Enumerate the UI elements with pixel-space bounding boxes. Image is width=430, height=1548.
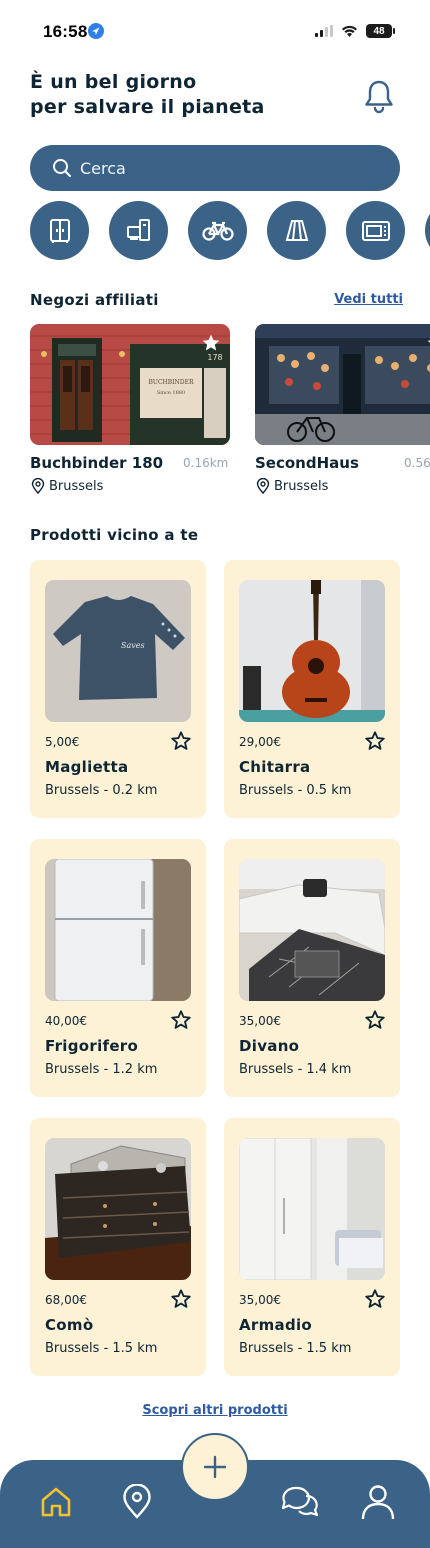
status-time: 16:58	[43, 22, 88, 41]
svg-text:Saves: Saves	[121, 641, 145, 650]
product-location: Brussels - 1.5 km	[45, 1341, 158, 1356]
category-microwaves[interactable]	[346, 201, 405, 260]
more-products-link[interactable]: Scopri altri prodotti	[0, 1403, 430, 1418]
shop-name: SecondHaus	[255, 454, 359, 472]
category-lamps[interactable]	[267, 201, 326, 260]
profile-icon	[361, 1485, 395, 1520]
map-pin-icon	[123, 1484, 151, 1519]
add-product-button[interactable]	[181, 1433, 249, 1501]
product-card[interactable]: Saves 5,00€ Maglietta Brussels - 0.2 km	[30, 560, 206, 818]
shop-location: Brussels	[255, 478, 328, 494]
shop-location: Brussels	[30, 478, 103, 494]
favorite-star-icon[interactable]	[426, 333, 430, 353]
product-location: Brussels - 1.5 km	[239, 1341, 352, 1356]
page-title: È un bel giorno per salvare il pianeta	[30, 70, 330, 120]
status-icons: 48	[315, 24, 395, 38]
add-icon	[203, 1455, 227, 1479]
appliances-icon	[126, 218, 150, 241]
shop-distance: 0.56	[404, 456, 430, 470]
shop-name: Buchbinder 180	[30, 454, 164, 472]
product-price: 29,00€	[239, 735, 281, 749]
svg-text:Since 1880: Since 1880	[157, 390, 185, 396]
favorite-star-icon[interactable]	[201, 333, 221, 353]
favorite-star-icon[interactable]	[170, 1288, 192, 1310]
svg-text:178: 178	[207, 353, 222, 362]
tab-profile[interactable]	[358, 1482, 398, 1522]
microwave-icon	[361, 220, 390, 241]
search-bar[interactable]	[30, 145, 400, 191]
products-section-title: Prodotti vicino a te	[30, 526, 199, 544]
chat-icon	[281, 1486, 319, 1517]
location-arrow-icon	[88, 23, 104, 39]
product-name: Maglietta	[45, 758, 129, 776]
product-card[interactable]: 29,00€ Chitarra Brussels - 0.5 km	[224, 560, 400, 818]
product-price: 40,00€	[45, 1014, 87, 1028]
shops-carousel: BUCHBINDER Since 1880 178 Buchbinder 180…	[30, 324, 430, 504]
tab-home[interactable]	[36, 1482, 76, 1522]
favorite-star-icon[interactable]	[170, 730, 192, 752]
bicycle-icon	[201, 221, 234, 241]
search-input[interactable]	[80, 158, 360, 178]
product-price: 68,00€	[45, 1293, 87, 1307]
search-icon	[53, 159, 71, 177]
product-name: Armadio	[239, 1316, 313, 1334]
see-all-link[interactable]: Vedi tutti	[334, 292, 403, 307]
status-bar: 16:58 48	[0, 0, 430, 60]
product-image	[239, 580, 385, 722]
category-appliances[interactable]	[109, 201, 168, 260]
product-card[interactable]: 35,00€ Armadio Brussels - 1.5 km	[224, 1118, 400, 1376]
tab-messages[interactable]	[280, 1482, 320, 1522]
shop-distance: 0.16km	[183, 456, 229, 470]
product-name: Frigorifero	[45, 1037, 139, 1055]
battery-indicator: 48	[366, 24, 395, 38]
product-name: Comò	[45, 1316, 94, 1334]
wardrobe-icon	[49, 218, 70, 243]
location-pin-icon	[31, 478, 45, 494]
product-location: Brussels - 1.4 km	[239, 1062, 352, 1077]
shop-card[interactable]: BUCHBINDER Since 1880 178 Buchbinder 180…	[30, 324, 230, 494]
title-line-2: per salvare il pianeta	[30, 96, 265, 118]
favorite-star-icon[interactable]	[364, 1288, 386, 1310]
home-icon	[41, 1487, 71, 1517]
svg-text:BUCHBINDER: BUCHBINDER	[148, 379, 194, 386]
product-price: 35,00€	[239, 1293, 281, 1307]
signal-icon	[315, 25, 333, 37]
product-image	[45, 1138, 191, 1280]
shop-city: Brussels	[49, 478, 104, 494]
shops-section-title: Negozi affiliati	[30, 291, 159, 309]
product-card[interactable]: 68,00€ Comò Brussels - 1.5 km	[30, 1118, 206, 1376]
product-card[interactable]: 35,00€ Divano Brussels - 1.4 km	[224, 839, 400, 1097]
shop-image: BUCHBINDER Since 1880 178	[30, 324, 230, 445]
category-wardrobe[interactable]	[30, 201, 89, 260]
location-pin-icon	[256, 478, 270, 494]
product-price: 5,00€	[45, 735, 80, 749]
product-image	[45, 859, 191, 1001]
product-name: Divano	[239, 1037, 300, 1055]
product-name: Chitarra	[239, 758, 311, 776]
bell-icon	[365, 80, 393, 114]
product-image: Saves	[45, 580, 191, 722]
title-line-1: È un bel giorno	[30, 71, 197, 93]
wifi-icon	[342, 25, 357, 37]
category-row	[30, 201, 430, 261]
shop-city: Brussels	[274, 478, 329, 494]
product-card[interactable]: 40,00€ Frigorifero Brussels - 1.2 km	[30, 839, 206, 1097]
category-more[interactable]	[425, 201, 430, 260]
product-location: Brussels - 1.2 km	[45, 1062, 158, 1077]
product-location: Brussels - 0.5 km	[239, 783, 352, 798]
shop-card[interactable]: SecondHaus 0.56 Brussels	[255, 324, 430, 494]
category-bicycles[interactable]	[188, 201, 247, 260]
favorite-star-icon[interactable]	[364, 730, 386, 752]
notifications-button[interactable]	[361, 78, 397, 114]
favorite-star-icon[interactable]	[364, 1009, 386, 1031]
tab-map[interactable]	[117, 1482, 157, 1522]
product-image	[239, 859, 385, 1001]
favorite-star-icon[interactable]	[170, 1009, 192, 1031]
product-location: Brussels - 0.2 km	[45, 783, 158, 798]
product-price: 35,00€	[239, 1014, 281, 1028]
shop-image	[255, 324, 430, 445]
lamp-icon	[285, 219, 308, 241]
product-image	[239, 1138, 385, 1280]
